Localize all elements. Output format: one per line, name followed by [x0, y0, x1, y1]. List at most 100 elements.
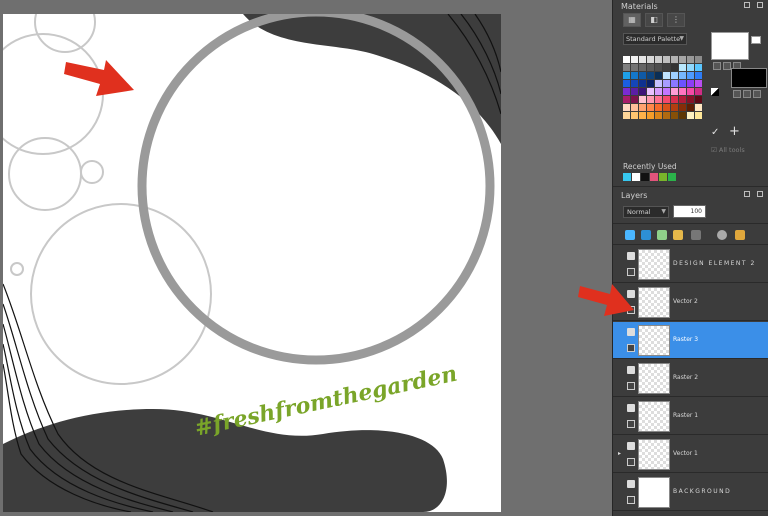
color-swatch[interactable]: [663, 112, 670, 119]
layer-lock-icon[interactable]: [627, 420, 635, 428]
layer-row[interactable]: Raster 1: [613, 398, 768, 435]
layer-row[interactable]: Vector 1 ▸: [613, 436, 768, 473]
color-swatch[interactable]: [663, 80, 670, 87]
blend-mode-select[interactable]: Normal ▼: [623, 206, 669, 218]
new-layer-icon[interactable]: [625, 230, 635, 240]
color-swatch[interactable]: [639, 80, 646, 87]
color-swatch[interactable]: [687, 80, 694, 87]
opacity-field[interactable]: 100: [673, 205, 706, 218]
color-swatch[interactable]: [647, 112, 654, 119]
color-swatch[interactable]: [647, 104, 654, 111]
new-group-icon[interactable]: [641, 230, 651, 240]
color-swatch[interactable]: [695, 96, 702, 103]
recent-color-swatch[interactable]: [632, 173, 640, 181]
color-swatch[interactable]: [631, 112, 638, 119]
color-swatch[interactable]: [647, 56, 654, 63]
float-icon[interactable]: [744, 191, 750, 197]
color-swatch[interactable]: [647, 64, 654, 71]
tab-swatch-list[interactable]: ⋮: [667, 13, 685, 27]
visibility-icon[interactable]: [627, 366, 635, 374]
color-swatch[interactable]: [623, 96, 630, 103]
color-swatch[interactable]: [623, 56, 630, 63]
color-swatch[interactable]: [671, 104, 678, 111]
color-swatch[interactable]: [695, 112, 702, 119]
mask-icon[interactable]: [657, 230, 667, 240]
expand-icon[interactable]: ▸: [618, 450, 621, 457]
layer-lock-icon[interactable]: [627, 496, 635, 504]
color-swatch[interactable]: [695, 104, 702, 111]
tab-rainbow[interactable]: ◧: [645, 13, 663, 27]
close-icon[interactable]: [757, 191, 763, 197]
recent-colors[interactable]: [623, 173, 676, 181]
color-swatch[interactable]: [647, 80, 654, 87]
layer-lock-icon[interactable]: [627, 382, 635, 390]
layer-row[interactable]: Vector 2: [613, 284, 768, 321]
color-swatch[interactable]: [639, 96, 646, 103]
color-swatch[interactable]: [623, 72, 630, 79]
color-swatch[interactable]: [663, 64, 670, 71]
recent-color-swatch[interactable]: [659, 173, 667, 181]
layer-row[interactable]: BACKGROUND: [613, 474, 768, 511]
tab-swatches[interactable]: ▦: [623, 13, 641, 27]
color-swatch[interactable]: [655, 104, 662, 111]
float-icon[interactable]: [744, 2, 750, 8]
swap-colors-icon[interactable]: [711, 88, 719, 96]
layer-lock-icon[interactable]: [627, 458, 635, 466]
color-swatch[interactable]: [623, 80, 630, 87]
bg-pattern-icon[interactable]: [753, 90, 761, 98]
color-swatch[interactable]: [631, 64, 638, 71]
color-swatch[interactable]: [679, 88, 686, 95]
foreground-color-swatch[interactable]: [711, 32, 749, 60]
color-swatch[interactable]: [631, 104, 638, 111]
color-swatch[interactable]: [695, 80, 702, 87]
recent-color-swatch[interactable]: [650, 173, 658, 181]
color-swatch[interactable]: [623, 88, 630, 95]
color-swatch[interactable]: [679, 112, 686, 119]
gradient-icon[interactable]: [723, 62, 731, 70]
color-swatch[interactable]: [687, 104, 694, 111]
color-swatch[interactable]: [639, 112, 646, 119]
color-swatch[interactable]: [687, 72, 694, 79]
layer-lock-icon[interactable]: [627, 268, 635, 276]
add-swatch-icon[interactable]: +: [729, 124, 740, 139]
color-swatch[interactable]: [679, 72, 686, 79]
color-swatch[interactable]: [679, 64, 686, 71]
color-swatch[interactable]: [679, 96, 686, 103]
delete-layer-icon[interactable]: [691, 230, 701, 240]
color-swatch[interactable]: [631, 72, 638, 79]
color-swatch[interactable]: [639, 64, 646, 71]
color-swatch[interactable]: [671, 96, 678, 103]
color-swatch[interactable]: [655, 88, 662, 95]
color-swatch[interactable]: [623, 64, 630, 71]
layer-row[interactable]: Raster 3: [613, 322, 768, 359]
bg-gradient-icon[interactable]: [743, 90, 751, 98]
transparent-icon[interactable]: [713, 62, 721, 70]
layer-row[interactable]: Raster 2: [613, 360, 768, 397]
color-swatch[interactable]: [671, 56, 678, 63]
color-swatch[interactable]: [695, 88, 702, 95]
color-swatch[interactable]: [679, 104, 686, 111]
color-swatch[interactable]: [631, 80, 638, 87]
color-swatch[interactable]: [671, 80, 678, 87]
background-color-swatch[interactable]: [731, 68, 767, 88]
layer-row[interactable]: DESIGN ELEMENT 2: [613, 246, 768, 283]
visibility-icon[interactable]: [627, 328, 635, 336]
color-swatch[interactable]: [663, 96, 670, 103]
color-swatch[interactable]: [695, 56, 702, 63]
color-swatch[interactable]: [687, 88, 694, 95]
color-swatches-grid[interactable]: [623, 56, 702, 119]
color-swatch[interactable]: [687, 64, 694, 71]
color-swatch[interactable]: [631, 56, 638, 63]
color-swatch[interactable]: [687, 56, 694, 63]
color-swatch[interactable]: [655, 56, 662, 63]
foreground-color-preview[interactable]: [751, 36, 761, 44]
visibility-icon[interactable]: [627, 442, 635, 450]
color-swatch[interactable]: [663, 88, 670, 95]
color-swatch[interactable]: [631, 96, 638, 103]
color-swatch[interactable]: [695, 72, 702, 79]
palette-select[interactable]: Standard Palette ▼: [623, 33, 687, 45]
close-icon[interactable]: [757, 2, 763, 8]
link-icon[interactable]: [717, 230, 727, 240]
color-swatch[interactable]: [671, 72, 678, 79]
color-swatch[interactable]: [663, 104, 670, 111]
